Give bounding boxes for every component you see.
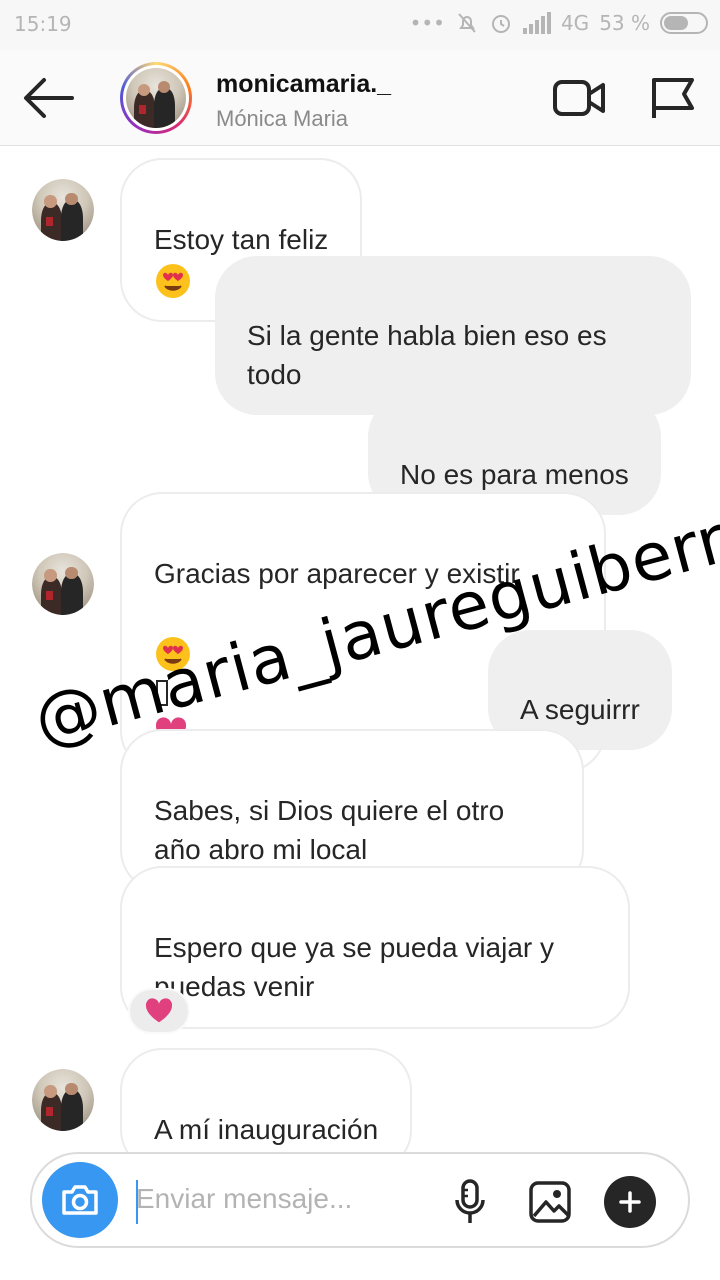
status-icons: ••• 4G 53 % (410, 11, 708, 35)
profile-avatar[interactable] (120, 62, 192, 134)
header-full-name: Mónica Maria (216, 106, 349, 131)
more-options-button[interactable] (604, 1176, 656, 1228)
battery-icon (660, 12, 708, 34)
battery-percent: 53 % (599, 11, 650, 35)
message-reaction[interactable] (128, 988, 190, 1034)
sender-avatar[interactable] (32, 179, 94, 241)
microphone-icon[interactable] (452, 1178, 488, 1226)
status-bar: 15:19 ••• 4G 53 % (0, 0, 720, 50)
sender-avatar[interactable] (32, 1069, 94, 1131)
camera-icon (62, 1185, 98, 1215)
back-arrow-icon[interactable] (22, 76, 74, 120)
video-call-icon[interactable] (552, 78, 606, 118)
heart-icon (145, 998, 173, 1023)
sender-avatar[interactable] (32, 553, 94, 615)
status-time: 15:19 (14, 12, 72, 36)
message-bubble[interactable]: Espero que ya se pueda viajar y puedas v… (120, 866, 630, 1029)
message-bubble[interactable]: Si la gente habla bien eso es todo (215, 256, 691, 415)
alarm-icon (491, 15, 510, 33)
network-type: 4G (560, 11, 590, 35)
more-dots-icon: ••• (409, 11, 445, 35)
heart-eyes-emoji-icon (156, 263, 190, 298)
message-input[interactable]: Enviar mensaje... (136, 1183, 352, 1215)
flag-icon[interactable] (648, 74, 696, 122)
plus-icon (619, 1191, 641, 1213)
header-username[interactable]: monicamaria._ (216, 70, 391, 99)
message-composer: Enviar mensaje... (30, 1152, 690, 1248)
signal-icon (522, 12, 551, 34)
gallery-icon[interactable] (528, 1180, 572, 1224)
camera-button[interactable] (42, 1162, 118, 1238)
mute-bell-icon (458, 13, 476, 33)
conversation-header: monicamaria._ Mónica Maria (0, 50, 720, 146)
